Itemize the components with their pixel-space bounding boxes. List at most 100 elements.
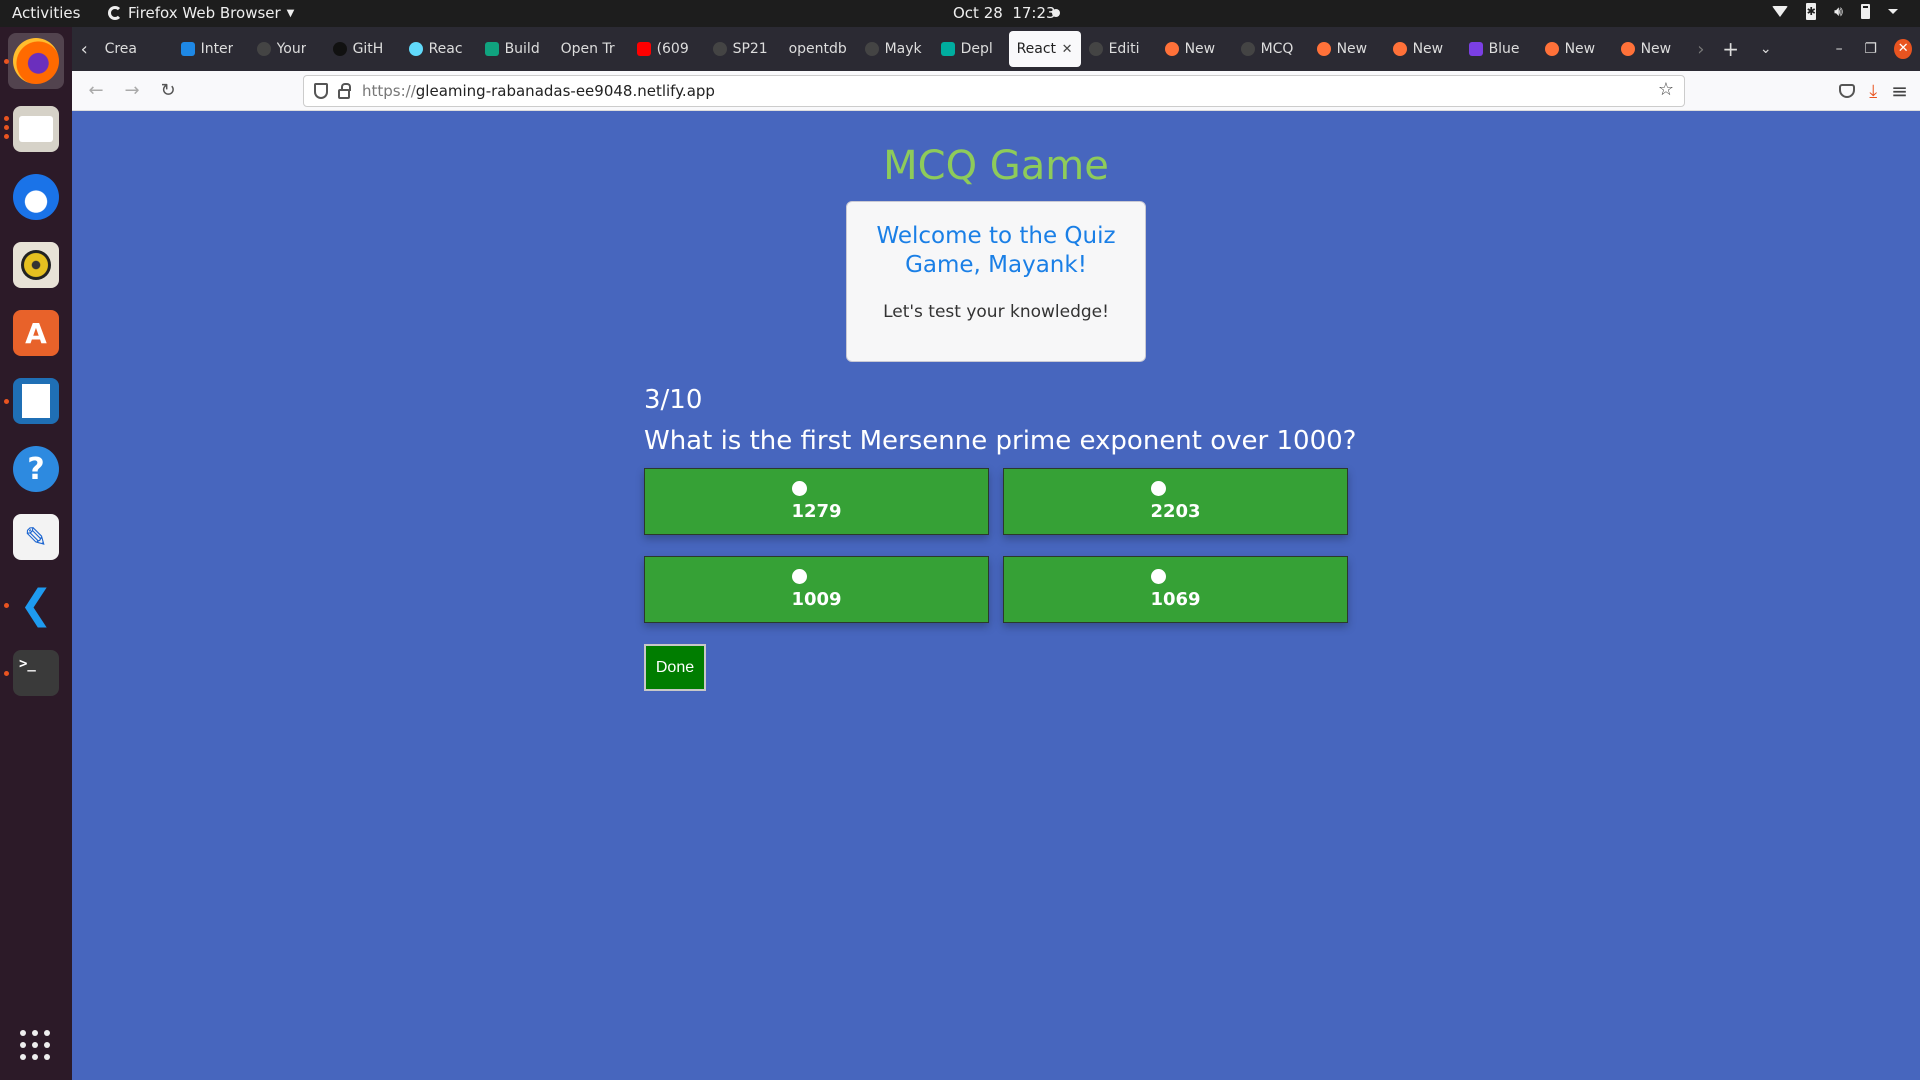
answer-option-label: 1069 — [1150, 589, 1201, 610]
reload-button[interactable]: ↻ — [150, 80, 186, 101]
answer-option[interactable]: 1279 — [644, 468, 989, 535]
tab-title: Depl — [960, 41, 993, 57]
dock-files[interactable] — [4, 101, 64, 157]
tab-title: New — [1184, 41, 1216, 57]
tab[interactable]: (609 — [629, 31, 705, 67]
forward-button[interactable]: → — [114, 80, 150, 101]
radio-button[interactable] — [792, 569, 807, 584]
download-icon[interactable]: ⤓ — [1869, 81, 1877, 102]
tab[interactable]: MCQ — [1233, 31, 1309, 67]
tab-title: Mayk — [884, 41, 922, 57]
tab-title: New — [1412, 41, 1444, 57]
tab[interactable]: New — [1385, 31, 1461, 67]
dock-vscode[interactable]: ❮ — [4, 577, 64, 633]
restore-button[interactable]: ❐ — [1855, 41, 1887, 57]
back-button[interactable]: ← — [78, 80, 114, 101]
hamburger-menu-icon[interactable]: ≡ — [1891, 79, 1908, 103]
question-text: What is the first Mersenne prime exponen… — [644, 426, 1357, 456]
chevron-down-icon — [1888, 9, 1898, 14]
dock-rhythmbox[interactable] — [8, 237, 64, 293]
answer-option[interactable]: 2203 — [1003, 468, 1348, 535]
running-indicator — [4, 116, 9, 121]
rainbow-icon — [1468, 42, 1483, 56]
tab-title: Build — [504, 41, 540, 57]
tab[interactable]: Editi — [1081, 31, 1157, 67]
answer-option[interactable]: 1009 — [644, 556, 989, 623]
tab[interactable]: New — [1309, 31, 1385, 67]
volume-icon: 🔊︎ — [1834, 3, 1843, 20]
lock-icon[interactable] — [338, 82, 351, 99]
tab[interactable]: New — [1537, 31, 1613, 67]
show-applications-button[interactable] — [20, 1030, 50, 1060]
tab-scroll-left-button[interactable]: ‹ — [72, 39, 97, 60]
welcome-card: Welcome to the Quiz Game, Mayank! Let's … — [846, 201, 1146, 362]
tab-title: Editi — [1108, 41, 1140, 57]
tab-title: Crea — [104, 41, 137, 57]
radio-button[interactable] — [1151, 569, 1166, 584]
github-icon — [256, 42, 271, 56]
page-title: MCQ Game — [883, 143, 1109, 189]
clock[interactable]: Oct 28 17:23 — [953, 4, 1056, 22]
dock-terminal[interactable]: >_ — [4, 645, 64, 701]
tab-bar: ‹ Crea Inter Your GitH Reac Build Open Tr (609 S… — [72, 27, 1920, 71]
running-indicator — [4, 59, 9, 64]
url-bar[interactable]: https://gleaming-rabanadas-ee9048.netlif… — [303, 75, 1685, 107]
tab-title: Reac — [428, 41, 463, 57]
tab[interactable]: Mayk — [857, 31, 933, 67]
tab[interactable]: Inter — [173, 31, 249, 67]
tab[interactable]: New — [1157, 31, 1233, 67]
tab[interactable]: GitH — [325, 31, 401, 67]
minimize-button[interactable]: – — [1823, 41, 1855, 57]
dock-firefox[interactable] — [4, 33, 64, 89]
bookmark-star-icon[interactable]: ☆ — [1658, 79, 1674, 100]
answer-option[interactable]: 1069 — [1003, 556, 1348, 623]
pocket-icon[interactable] — [1839, 84, 1856, 98]
tab-active[interactable]: React ✕ — [1008, 31, 1081, 67]
url-scheme: https:// — [362, 82, 416, 100]
tab[interactable]: SP21 — [705, 31, 781, 67]
speaker-icon — [13, 242, 59, 288]
firefox-icon — [1392, 42, 1407, 56]
new-tab-button[interactable]: + — [1713, 37, 1748, 61]
app-menu[interactable]: Firefox Web Browser ▼ — [108, 4, 294, 22]
pencil-icon: ✎ — [13, 514, 59, 560]
tab[interactable]: Reac — [401, 31, 477, 67]
answer-option-label: 2203 — [1150, 501, 1201, 522]
tracking-protection-shield-icon[interactable] — [314, 83, 328, 99]
activities-button[interactable]: Activities — [12, 4, 80, 22]
dock-thunderbird[interactable] — [8, 169, 64, 225]
dock-help[interactable]: ? — [8, 441, 64, 497]
tab[interactable]: New — [1613, 31, 1689, 67]
dock-ubuntu-software[interactable]: A — [8, 305, 64, 361]
done-button[interactable]: Done — [644, 644, 706, 691]
dock-libreoffice-writer[interactable] — [4, 373, 64, 429]
vscode-icon: ❮ — [19, 582, 53, 628]
close-tab-icon[interactable]: ✕ — [1062, 42, 1073, 57]
answer-options: 1279 2203 1009 1069 — [644, 468, 1348, 623]
tab[interactable]: Your — [249, 31, 325, 67]
react-icon — [408, 42, 423, 56]
question-progress: 3/10 — [644, 385, 703, 415]
github-icon — [332, 42, 347, 56]
url-text[interactable]: https://gleaming-rabanadas-ee9048.netlif… — [362, 82, 715, 100]
software-store-icon: A — [13, 310, 59, 356]
tab[interactable]: Depl — [933, 31, 1009, 67]
radio-button[interactable] — [1151, 481, 1166, 496]
tab-title: MCQ — [1260, 41, 1294, 57]
tab[interactable]: Crea — [97, 31, 173, 67]
system-tray[interactable]: ✱ 🔊︎ — [1772, 3, 1898, 20]
firefox-icon — [13, 38, 59, 84]
close-window-button[interactable]: ✕ — [1894, 39, 1913, 59]
tab[interactable]: opentdb — [781, 31, 857, 67]
tab[interactable]: Build — [477, 31, 553, 67]
tab[interactable]: Blue — [1461, 31, 1537, 67]
tab-scroll-right-button[interactable]: › — [1689, 39, 1714, 60]
toolbar-right: ⤓ ≡ — [1839, 71, 1920, 111]
dock-text-editor[interactable]: ✎ — [8, 509, 64, 565]
list-all-tabs-button[interactable]: ⌄ — [1748, 41, 1783, 57]
firefox-icon — [1620, 42, 1635, 56]
radio-button[interactable] — [792, 481, 807, 496]
firefox-icon — [1164, 42, 1179, 56]
tab[interactable]: Open Tr — [553, 31, 629, 67]
tab-title: opentdb — [788, 41, 847, 57]
